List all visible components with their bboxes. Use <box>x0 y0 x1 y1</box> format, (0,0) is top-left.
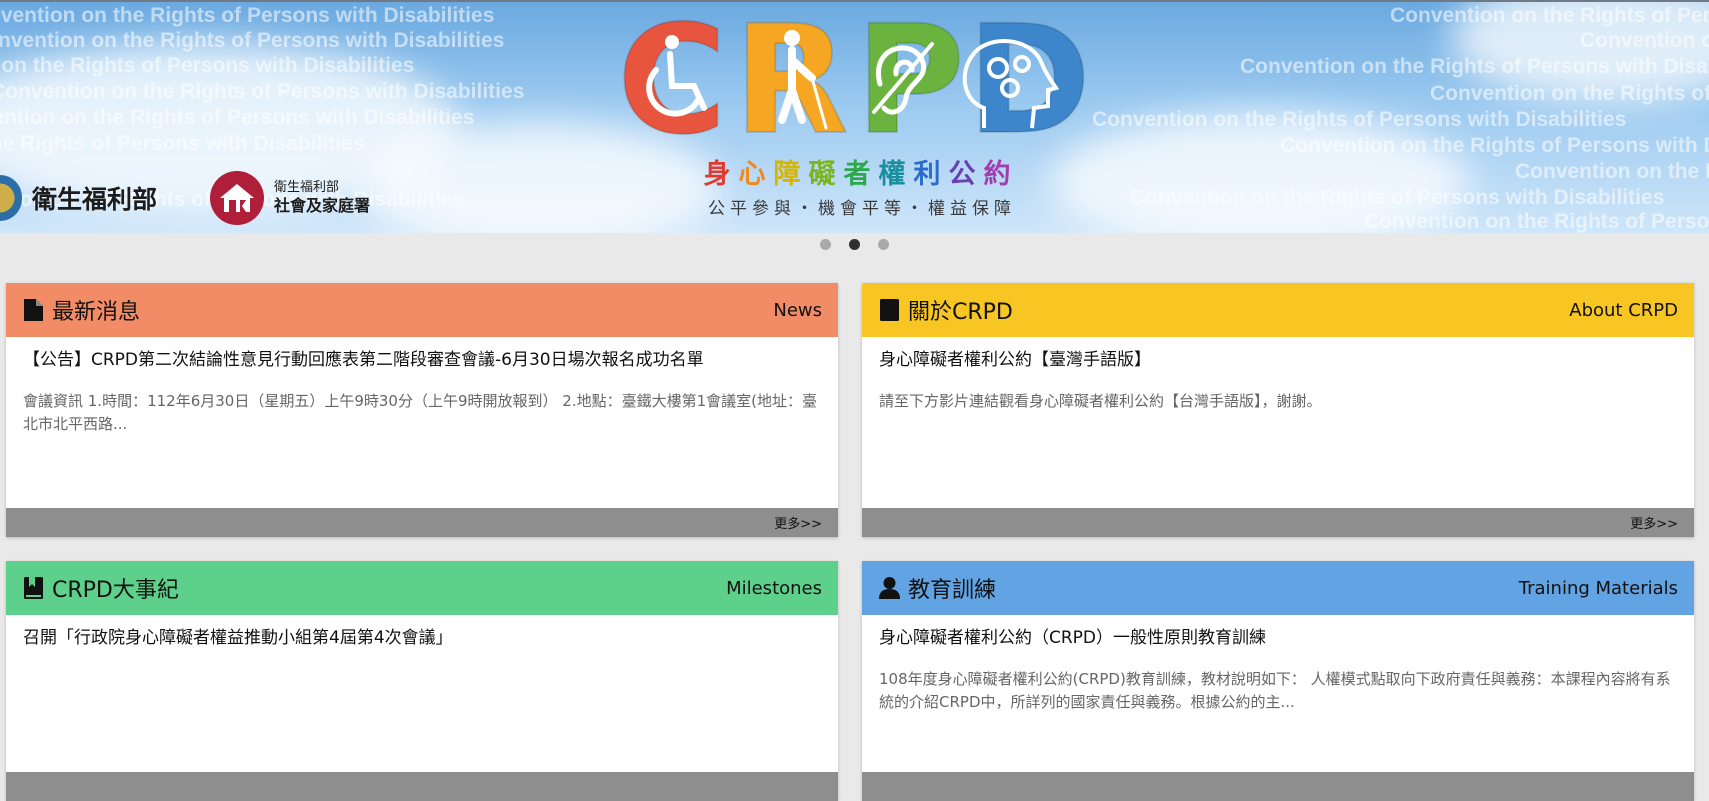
news-more-link[interactable]: 更多>> <box>774 513 822 532</box>
training-card-title: 教育訓練 <box>908 578 997 603</box>
banner-watermark-text: Convention on the Rights of Persons with… <box>1092 108 1627 131</box>
news-card-subtitle: News <box>773 299 822 321</box>
banner-watermark-text: Convention on the Rights of Persons with… <box>0 54 415 77</box>
banner-watermark-text: Convention on the Rights of Persons with… <box>1240 55 1709 78</box>
carousel-dot-2[interactable] <box>849 239 860 250</box>
crpd-slogan: 身心障礙者權利公約 <box>646 152 1076 191</box>
training-card-header[interactable]: 教育訓練 Training Materials <box>862 561 1694 615</box>
slogan-char: 礙 <box>808 159 844 190</box>
banner-watermark-text: Convention on the Rights of Persons with… <box>0 106 475 129</box>
slogan-char: 約 <box>983 159 1019 190</box>
slogan-char: 身 <box>703 159 739 190</box>
bookmark-book-icon <box>24 577 43 599</box>
training-card: 教育訓練 Training Materials 身心障礙者權利公約（CRPD）一… <box>862 561 1694 801</box>
slogan-char: 心 <box>738 159 774 190</box>
crpd-logo-letter: P <box>855 16 965 144</box>
about-card-header[interactable]: 關於CRPD About CRPD <box>862 283 1694 337</box>
header-banner: Convention on the Rights of Persons with… <box>0 0 1709 233</box>
milestones-card-header[interactable]: CRPD大事紀 Milestones <box>6 561 838 615</box>
milestones-card-subtitle: Milestones <box>726 577 822 599</box>
news-item-title[interactable]: 【公告】CRPD第二次結論性意見行動回應表第二階段審查會議-6月30日場次報名成… <box>23 349 821 372</box>
about-more-link[interactable]: 更多>> <box>1630 513 1678 532</box>
book-icon <box>880 299 899 321</box>
slogan-char: 者 <box>843 159 879 190</box>
banner-watermark-text: Convention on the Rights of Persons with… <box>1430 82 1709 105</box>
banner-watermark-text: Convention on the Rights of Persons with… <box>1364 210 1709 233</box>
slogan-char: 權 <box>878 159 914 190</box>
sfaa-parent-name: 衛生福利部 <box>274 179 340 195</box>
about-card-footer: 更多>> <box>862 508 1694 537</box>
training-item-summary: 108年度身心障礙者權利公約(CRPD)教育訓練，教材說明如下： 人權模式點取向… <box>879 669 1671 712</box>
milestones-item-title[interactable]: 召開「行政院身心障礙者權益推動小組第4屆第4次會議」 <box>23 627 821 650</box>
banner-watermark-text: Convention on the Rights of Persons with… <box>1580 29 1709 52</box>
about-card: 關於CRPD About CRPD 身心障礙者權利公約【臺灣手語版】 請至下方影… <box>862 283 1694 537</box>
banner-watermark-text: Convention on the Rights of Persons with… <box>1515 160 1709 183</box>
file-icon <box>24 299 43 321</box>
milestones-card: CRPD大事紀 Milestones 召開「行政院身心障礙者權益推動小組第4屆第… <box>6 561 838 801</box>
news-card: 最新消息 News 【公告】CRPD第二次結論性意見行動回應表第二階段審查會議-… <box>6 283 838 537</box>
milestones-card-footer <box>6 772 838 801</box>
banner-watermark-text: Convention on the Rights of Persons with… <box>1130 186 1665 209</box>
training-card-footer <box>862 772 1694 801</box>
slogan-char: 公 <box>948 159 984 190</box>
sfaa-logo: 衛生福利部 社會及家庭署 <box>206 170 370 226</box>
news-card-footer: 更多>> <box>6 508 838 537</box>
banner-watermark-text: Convention on the Rights of Persons with… <box>1390 4 1709 27</box>
slogan-char: 障 <box>773 159 809 190</box>
banner-watermark-text: Convention on the Rights of Persons with… <box>0 132 365 155</box>
ministry-name: 衛生福利部 <box>32 185 158 214</box>
banner-watermark-text: Convention on the Rights of Persons with… <box>0 80 525 103</box>
news-item-summary: 會議資訊 1.時間：112年6月30日（星期五）上午9時30分（上午9時開放報到… <box>23 391 817 434</box>
ministry-logo: 衛生福利部 <box>0 170 157 226</box>
carousel-dot-1[interactable] <box>820 239 831 250</box>
banner-watermark-text: Convention on the Rights of Persons with… <box>1280 134 1709 157</box>
training-item-title[interactable]: 身心障礙者權利公約（CRPD）一般性原則教育訓練 <box>879 627 1677 650</box>
ministry-seal-icon <box>0 175 22 221</box>
banner-watermark-text: Convention on the Rights of Persons with… <box>0 29 505 52</box>
banner-watermark-text: Convention on the Rights of Persons with… <box>0 4 495 27</box>
about-card-title: 關於CRPD <box>908 300 1013 325</box>
carousel-pagination <box>0 239 1709 250</box>
sfaa-house-icon <box>210 171 264 225</box>
sfaa-name: 社會及家庭署 <box>274 196 371 216</box>
crpd-logo: CRPD <box>616 16 1088 144</box>
training-card-subtitle: Training Materials <box>1518 577 1678 599</box>
about-item-summary: 請至下方影片連結觀看身心障礙者權利公約【台灣手語版】，謝謝。 <box>879 391 1322 410</box>
news-card-title: 最新消息 <box>52 300 141 325</box>
user-icon <box>879 577 900 599</box>
about-item-title[interactable]: 身心障礙者權利公約【臺灣手語版】 <box>879 349 1677 372</box>
carousel-dot-3[interactable] <box>878 239 889 250</box>
slogan-char: 利 <box>913 159 949 190</box>
news-card-header[interactable]: 最新消息 News <box>6 283 838 337</box>
about-card-subtitle: About CRPD <box>1569 299 1678 321</box>
crpd-subslogan: 公平參與・機會平等・權益保障 <box>708 199 1016 219</box>
milestones-card-title: CRPD大事紀 <box>52 578 179 603</box>
